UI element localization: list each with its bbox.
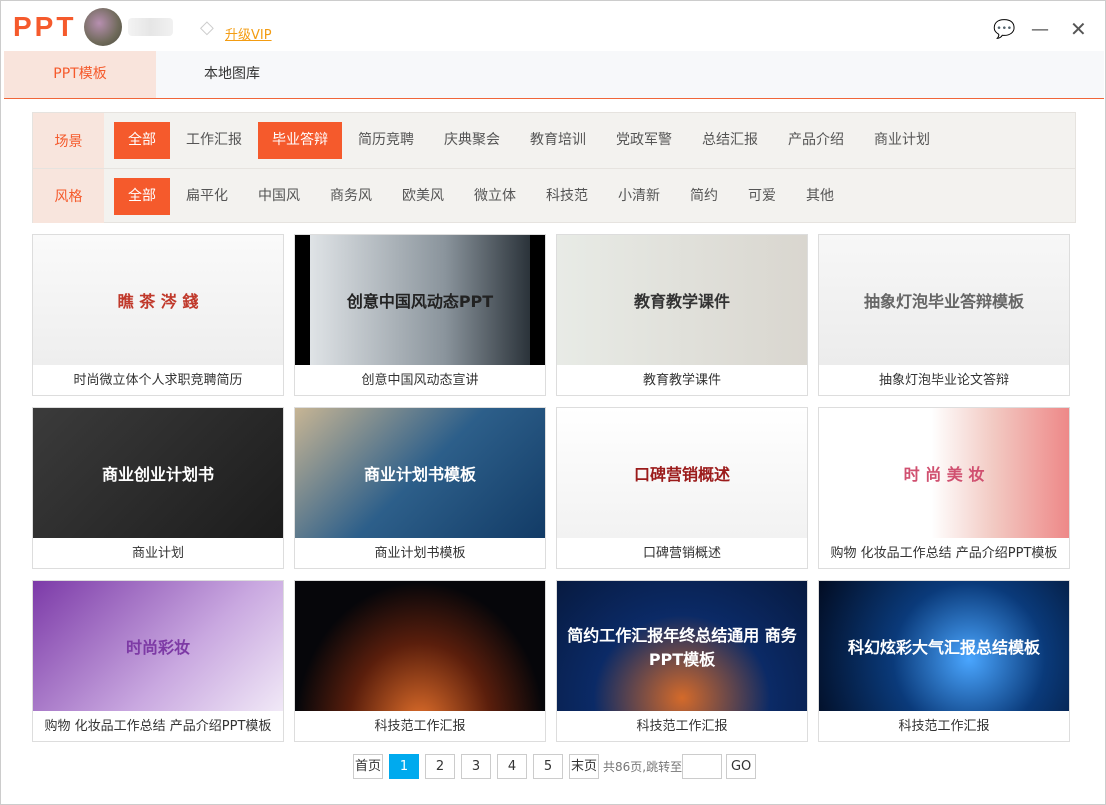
template-title[interactable]: 抽象灯泡毕业论文答辩 bbox=[819, 365, 1069, 396]
thumbnail-text: 瞧 茶 涔 錢 bbox=[117, 292, 199, 311]
thumbnail-text: 时 尚 美 妆 bbox=[903, 465, 985, 484]
filter-label-style: 风格 bbox=[33, 169, 104, 223]
filter-style-option[interactable]: 欧美风 bbox=[388, 178, 458, 215]
thumbnail-text: 教育教学课件 bbox=[633, 292, 730, 311]
app-logo: PPT bbox=[13, 11, 77, 42]
page-button[interactable]: 1 bbox=[389, 754, 419, 779]
filter-scene-option[interactable]: 工作汇报 bbox=[172, 122, 256, 159]
template-thumbnail[interactable]: 口碑营销概述 bbox=[557, 408, 807, 538]
page-button[interactable]: 4 bbox=[497, 754, 527, 779]
filter-style-option[interactable]: 科技范 bbox=[532, 178, 602, 215]
minimize-icon[interactable]: — bbox=[1031, 19, 1049, 40]
tab-local-gallery[interactable]: 本地图库 bbox=[156, 51, 308, 98]
template-thumbnail[interactable]: 抽象灯泡毕业答辩模板 bbox=[819, 235, 1069, 365]
page-button[interactable]: 5 bbox=[533, 754, 563, 779]
template-grid: 瞧 茶 涔 錢时尚微立体个人求职竞聘简历 创意中国风动态PPT 创意中国风动态宣讲教… bbox=[32, 234, 1070, 742]
filter-scene-option[interactable]: 商业计划 bbox=[860, 122, 944, 159]
filter-row-style: 风格 全部 扁平化 中国风 商务风 欧美风 微立体 科技范 小清新 简约 可爱 其他 bbox=[33, 168, 1075, 223]
thumbnail-text: 商业创业计划书 bbox=[101, 465, 214, 484]
template-card[interactable]: 时尚彩妆购物 化妆品工作总结 产品介绍PPT模板 bbox=[32, 580, 284, 742]
template-thumbnail[interactable]: 时 尚 美 妆 bbox=[819, 408, 1069, 538]
template-card[interactable]: 创意中国风动态PPT 创意中国风动态宣讲 bbox=[294, 234, 546, 396]
template-card[interactable]: 抽象灯泡毕业答辩模板抽象灯泡毕业论文答辩 bbox=[818, 234, 1070, 396]
thumbnail-text: 时尚彩妆 bbox=[125, 638, 190, 657]
template-thumbnail[interactable]: 科幻炫彩大气汇报总结模板 bbox=[819, 581, 1069, 711]
filter-scene-option[interactable]: 产品介绍 bbox=[774, 122, 858, 159]
template-title[interactable]: 商业计划书模板 bbox=[295, 538, 545, 569]
page-info: 共86页,跳转至 bbox=[603, 760, 683, 774]
pagination: 首页 1 2 3 4 5 末页 共86页,跳转至 GO bbox=[353, 754, 762, 779]
diamond-icon: ◇ bbox=[200, 17, 214, 38]
filter-scene-option[interactable]: 总结汇报 bbox=[688, 122, 772, 159]
template-title[interactable]: 创意中国风动态宣讲 bbox=[295, 365, 545, 396]
thumbnail-text: 抽象灯泡毕业答辩模板 bbox=[863, 292, 1024, 311]
filter-scene-option[interactable]: 毕业答辩 bbox=[258, 122, 342, 159]
template-title[interactable]: 时尚微立体个人求职竞聘简历 bbox=[33, 365, 283, 396]
template-thumbnail[interactable]: 创意中国风动态PPT bbox=[295, 235, 545, 365]
template-card[interactable]: 简约工作汇报年终总结通用 商务PPT模板科技范工作汇报 bbox=[556, 580, 808, 742]
page-button[interactable]: 3 bbox=[461, 754, 491, 779]
filter-scene-option[interactable]: 全部 bbox=[114, 122, 170, 159]
template-card[interactable]: 科幻炫彩大气汇报总结模板科技范工作汇报 bbox=[818, 580, 1070, 742]
template-thumbnail[interactable]: 简约工作汇报年终总结通用 商务PPT模板 bbox=[557, 581, 807, 711]
filter-style-option[interactable]: 可爱 bbox=[734, 178, 790, 215]
template-thumbnail[interactable]: 瞧 茶 涔 錢 bbox=[33, 235, 283, 365]
template-card[interactable]: 瞧 茶 涔 錢时尚微立体个人求职竞聘简历 bbox=[32, 234, 284, 396]
thumbnail-text: 简约工作汇报年终总结通用 商务PPT模板 bbox=[567, 626, 797, 669]
thumbnail-text: 科幻炫彩大气汇报总结模板 bbox=[847, 638, 1040, 657]
template-card[interactable]: 科技范工作汇报 bbox=[294, 580, 546, 742]
template-title[interactable]: 科技范工作汇报 bbox=[819, 711, 1069, 742]
feedback-icon[interactable]: 💬 bbox=[993, 19, 1015, 40]
title-bar: PPT ◇ 升级VIP 💬 — ✕ bbox=[1, 1, 1105, 51]
upgrade-vip-link[interactable]: 升级VIP bbox=[225, 24, 272, 43]
username-blurred bbox=[128, 18, 173, 36]
last-page-button[interactable]: 末页 bbox=[569, 754, 599, 779]
filter-row-scene: 场景 全部 工作汇报 毕业答辩 简历竞聘 庆典聚会 教育培训 党政军警 总结汇报 产品介绍 商业计… bbox=[33, 113, 1075, 168]
filter-style-option[interactable]: 小清新 bbox=[604, 178, 674, 215]
filter-style-option[interactable]: 全部 bbox=[114, 177, 170, 215]
template-thumbnail[interactable]: 商业计划书模板 bbox=[295, 408, 545, 538]
template-thumbnail[interactable]: 时尚彩妆 bbox=[33, 581, 283, 711]
avatar[interactable] bbox=[84, 8, 122, 46]
template-title[interactable]: 教育教学课件 bbox=[557, 365, 807, 396]
template-title[interactable]: 口碑营销概述 bbox=[557, 538, 807, 569]
template-thumbnail[interactable]: 教育教学课件 bbox=[557, 235, 807, 365]
template-thumbnail[interactable]: 商业创业计划书 bbox=[33, 408, 283, 538]
filter-panel: 场景 全部 工作汇报 毕业答辩 简历竞聘 庆典聚会 教育培训 党政军警 总结汇报 产品介绍 商业计… bbox=[32, 112, 1076, 223]
template-title[interactable]: 科技范工作汇报 bbox=[557, 711, 807, 742]
template-title[interactable]: 购物 化妆品工作总结 产品介绍PPT模板 bbox=[819, 538, 1069, 569]
filter-style-option[interactable]: 商务风 bbox=[316, 178, 386, 215]
filter-scene-option[interactable]: 党政军警 bbox=[602, 122, 686, 159]
filter-scene-option[interactable]: 庆典聚会 bbox=[430, 122, 514, 159]
template-title[interactable]: 科技范工作汇报 bbox=[295, 711, 545, 742]
template-title[interactable]: 商业计划 bbox=[33, 538, 283, 569]
filter-label-scene: 场景 bbox=[33, 113, 104, 168]
tab-bar: PPT模板 本地图库 bbox=[4, 51, 1104, 99]
template-card[interactable]: 口碑营销概述 口碑营销概述 bbox=[556, 407, 808, 569]
page-button[interactable]: 2 bbox=[425, 754, 455, 779]
close-icon[interactable]: ✕ bbox=[1070, 17, 1087, 41]
filter-style-option[interactable]: 微立体 bbox=[460, 178, 530, 215]
thumbnail-text: 商业计划书模板 bbox=[363, 465, 476, 484]
template-thumbnail[interactable] bbox=[295, 581, 545, 711]
jump-page-input[interactable] bbox=[682, 754, 723, 779]
go-button[interactable]: GO bbox=[726, 754, 757, 779]
first-page-button[interactable]: 首页 bbox=[353, 754, 383, 779]
template-card[interactable]: 商业计划书模板 商业计划书模板 bbox=[294, 407, 546, 569]
filter-scene-option[interactable]: 教育培训 bbox=[516, 122, 600, 159]
template-title[interactable]: 购物 化妆品工作总结 产品介绍PPT模板 bbox=[33, 711, 283, 742]
filter-style-option[interactable]: 其他 bbox=[792, 178, 848, 215]
filter-style-option[interactable]: 简约 bbox=[676, 178, 732, 215]
filter-scene-option[interactable]: 简历竞聘 bbox=[344, 122, 428, 159]
template-card[interactable]: 时 尚 美 妆购物 化妆品工作总结 产品介绍PPT模板 bbox=[818, 407, 1070, 569]
thumbnail-text: 口碑营销概述 bbox=[633, 465, 730, 484]
template-card[interactable]: 商业创业计划书商业计划 bbox=[32, 407, 284, 569]
filter-style-option[interactable]: 中国风 bbox=[244, 178, 314, 215]
template-card[interactable]: 教育教学课件 教育教学课件 bbox=[556, 234, 808, 396]
filter-style-option[interactable]: 扁平化 bbox=[172, 178, 242, 215]
thumbnail-text: 创意中国风动态PPT bbox=[346, 292, 494, 311]
tab-ppt-templates[interactable]: PPT模板 bbox=[4, 51, 156, 98]
